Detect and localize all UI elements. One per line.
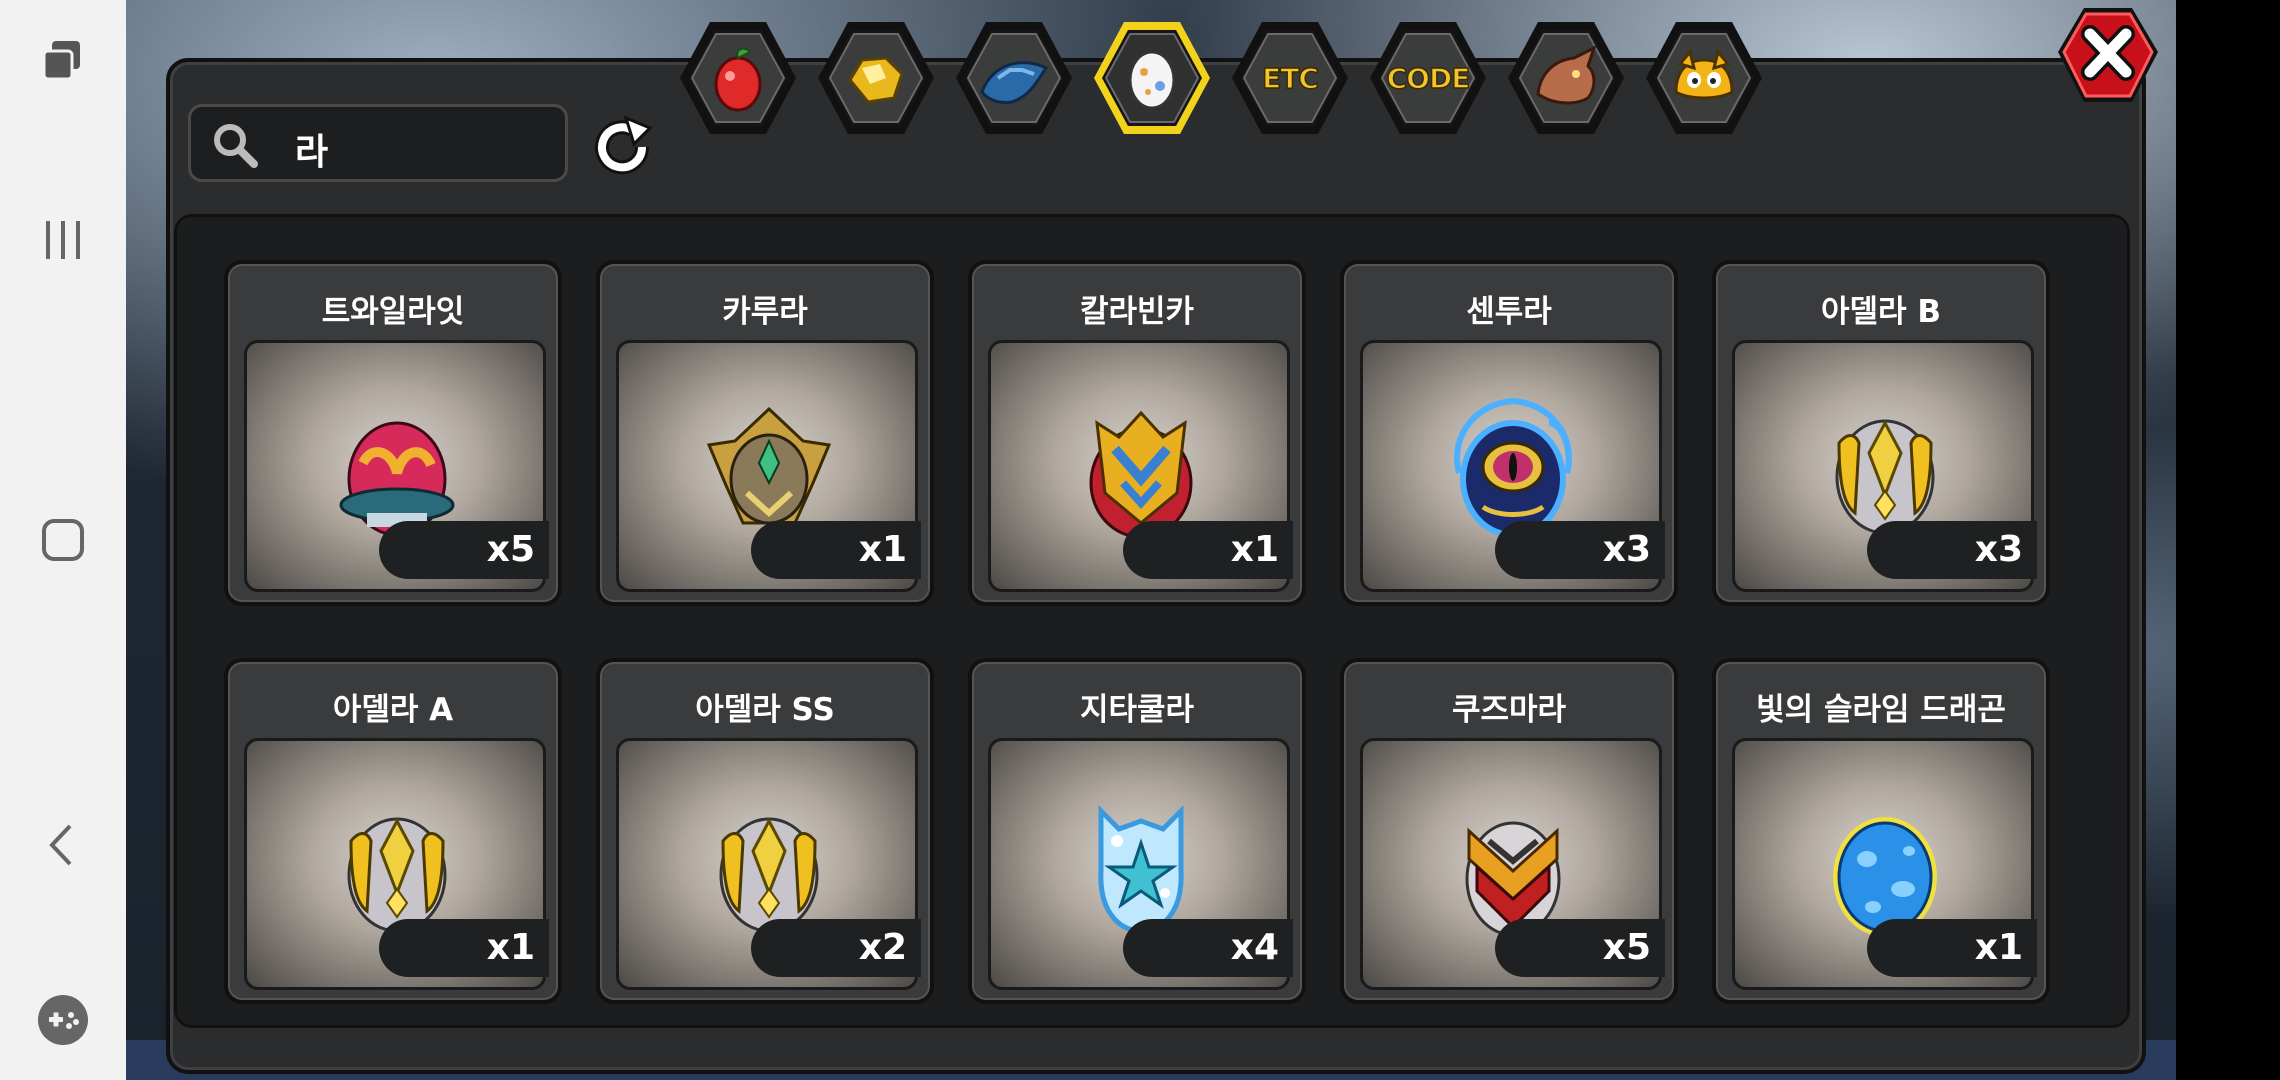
item-card[interactable]: 빛의 슬라임 드래곤 x1 xyxy=(1712,658,2050,1004)
item-card[interactable]: 아델라 A x1 xyxy=(224,658,562,1004)
item-image-frame: x3 xyxy=(1732,340,2037,592)
item-name: 센투라 xyxy=(1466,294,1552,330)
adela-egg-icon xyxy=(719,817,819,933)
quantity-badge: x1 xyxy=(379,919,549,977)
tab-label: CODE xyxy=(1386,61,1471,96)
home-icon[interactable] xyxy=(0,490,126,590)
tab-code[interactable]: CODE xyxy=(1366,18,1490,138)
light-slime-egg-icon xyxy=(1833,817,1937,937)
item-quantity: x1 xyxy=(1230,529,1279,570)
quantity-badge: x1 xyxy=(1867,919,2037,977)
item-quantity: x1 xyxy=(486,927,535,968)
adela-egg-icon xyxy=(347,817,447,933)
adela-egg-icon xyxy=(1835,419,1935,535)
close-button[interactable] xyxy=(2054,4,2162,108)
quantity-badge: x4 xyxy=(1123,919,1293,977)
recents-menu-icon[interactable] xyxy=(0,190,126,290)
item-image-frame: x5 xyxy=(244,340,549,592)
slime-face-icon xyxy=(1674,48,1734,100)
right-letterbox xyxy=(2176,0,2280,1080)
item-quantity: x1 xyxy=(858,529,907,570)
karura-egg-icon xyxy=(706,406,832,525)
item-image-frame: x2 xyxy=(616,738,921,990)
tab-gold-ore[interactable] xyxy=(814,18,938,138)
item-image-frame: x5 xyxy=(1360,738,1665,990)
zitakula-egg-icon xyxy=(1098,804,1184,934)
tab-egg[interactable] xyxy=(1090,18,1214,138)
item-card[interactable]: 아델라 B x3 xyxy=(1712,260,2050,606)
search-query: 라 xyxy=(295,132,329,173)
item-quantity: x3 xyxy=(1974,529,2023,570)
tab-dragon-scale[interactable] xyxy=(952,18,1076,138)
search-input[interactable]: 라 xyxy=(188,104,568,182)
item-quantity: x5 xyxy=(1602,927,1651,968)
system-nav-rail xyxy=(0,0,126,1080)
back-icon[interactable] xyxy=(0,795,126,895)
quantity-badge: x1 xyxy=(751,521,921,579)
quantity-badge: x5 xyxy=(379,521,549,579)
item-name: 지타쿨라 xyxy=(1079,692,1195,728)
quantity-badge: x1 xyxy=(1123,521,1293,579)
item-quantity: x3 xyxy=(1602,529,1651,570)
item-name: 빛의 슬라임 드래곤 xyxy=(1756,692,2006,728)
item-card[interactable]: 트와일라잇 x5 xyxy=(224,260,562,606)
quantity-badge: x2 xyxy=(751,919,921,977)
item-card[interactable]: 카루라 x1 xyxy=(596,260,934,606)
centura-egg-icon xyxy=(1454,397,1572,538)
tab-dragon-head[interactable] xyxy=(1504,18,1628,138)
refresh-button[interactable] xyxy=(590,115,658,178)
item-image-frame: x3 xyxy=(1360,340,1665,592)
item-quantity: x5 xyxy=(486,529,535,570)
item-image-frame: x1 xyxy=(1732,738,2037,990)
recent-apps-icon[interactable] xyxy=(0,10,126,110)
item-name: 아델라 A xyxy=(332,692,454,728)
item-name: 아델라 SS xyxy=(695,692,835,728)
twilight-egg-icon xyxy=(339,421,455,537)
item-image-frame: x1 xyxy=(616,340,921,592)
kuzmara-egg-icon xyxy=(1465,821,1561,937)
item-name: 칼라빈카 xyxy=(1079,294,1195,330)
quantity-badge: x5 xyxy=(1495,919,1665,977)
item-card[interactable]: 쿠즈마라 x5 xyxy=(1340,658,1678,1004)
search-icon xyxy=(211,121,259,169)
item-card[interactable]: 센투라 x3 xyxy=(1340,260,1678,606)
quantity-badge: x3 xyxy=(1495,521,1665,579)
item-name: 쿠즈마라 xyxy=(1451,692,1567,728)
item-image-frame: x1 xyxy=(988,340,1293,592)
item-name: 트와일라잇 xyxy=(321,294,465,330)
item-image-frame: x1 xyxy=(244,738,549,990)
item-card[interactable]: 칼라빈카 x1 xyxy=(968,260,1306,606)
kalavinka-egg-icon xyxy=(1089,410,1193,539)
egg-icon xyxy=(1128,50,1176,110)
item-quantity: x4 xyxy=(1230,927,1279,968)
item-name: 아델라 B xyxy=(1821,294,1941,330)
item-image-frame: x4 xyxy=(988,738,1293,990)
item-card[interactable]: 지타쿨라 x4 xyxy=(968,658,1306,1004)
game-tools-icon[interactable] xyxy=(0,970,126,1070)
item-card[interactable]: 아델라 SS x2 xyxy=(596,658,934,1004)
item-quantity: x1 xyxy=(1974,927,2023,968)
item-quantity: x2 xyxy=(858,927,907,968)
tab-etc[interactable]: ETC xyxy=(1228,18,1352,138)
tab-slime-face[interactable] xyxy=(1642,18,1766,138)
quantity-badge: x3 xyxy=(1867,521,2037,579)
item-name: 카루라 xyxy=(722,294,808,330)
tab-fruit[interactable] xyxy=(676,18,800,138)
tab-label: ETC xyxy=(1261,61,1319,96)
